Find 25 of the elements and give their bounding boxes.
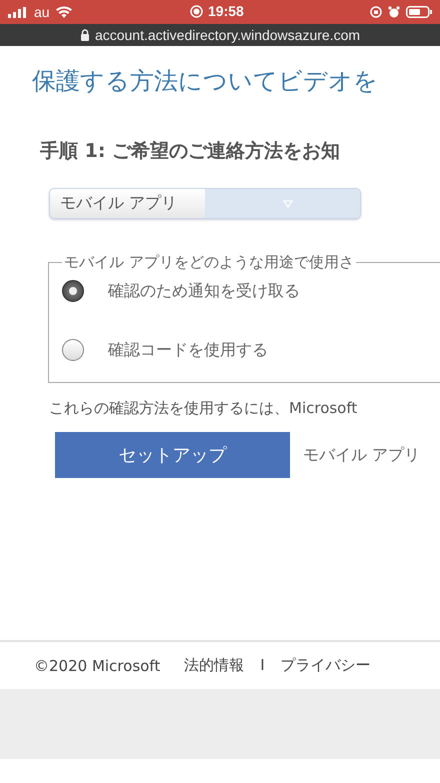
signal-icon <box>8 6 28 18</box>
video-link[interactable]: 保護する方法についてビデオを <box>32 64 440 98</box>
radio-button[interactable] <box>62 339 84 361</box>
usage-question: モバイル アプリをどのような用途で使用さ <box>63 253 355 272</box>
contact-method-dropdown[interactable]: モバイル アプリ <box>49 188 361 219</box>
info-text: これらの確認方法を使用するには、Microsoft <box>49 399 358 418</box>
carrier: au <box>34 4 50 20</box>
copyright-text: ©2020 Microsoft <box>34 656 160 674</box>
wifi-icon <box>56 6 72 18</box>
radio-button[interactable] <box>62 280 84 302</box>
setup-hint: モバイル アプリ <box>303 444 420 466</box>
footer-link[interactable]: プライバシー <box>280 656 371 675</box>
clock-time: 19:58 <box>208 3 244 19</box>
link-separator: I <box>260 656 265 675</box>
lock-icon <box>80 29 90 41</box>
step-heading: 手順 1: ご希望のご連絡方法をお知 <box>40 139 342 164</box>
footer-link[interactable]: 法的情報 <box>184 656 244 675</box>
setup-button[interactable]: セットアップ <box>55 432 290 478</box>
alarm-icon <box>388 6 400 18</box>
dropdown-arrow-icon <box>282 200 292 208</box>
battery-icon <box>406 6 432 18</box>
rotation-lock-icon <box>370 6 382 18</box>
radio-label: 確認のため通知を受け取る <box>108 280 300 302</box>
record-icon <box>190 4 203 18</box>
radio-label: 確認コードを使用する <box>108 340 268 360</box>
